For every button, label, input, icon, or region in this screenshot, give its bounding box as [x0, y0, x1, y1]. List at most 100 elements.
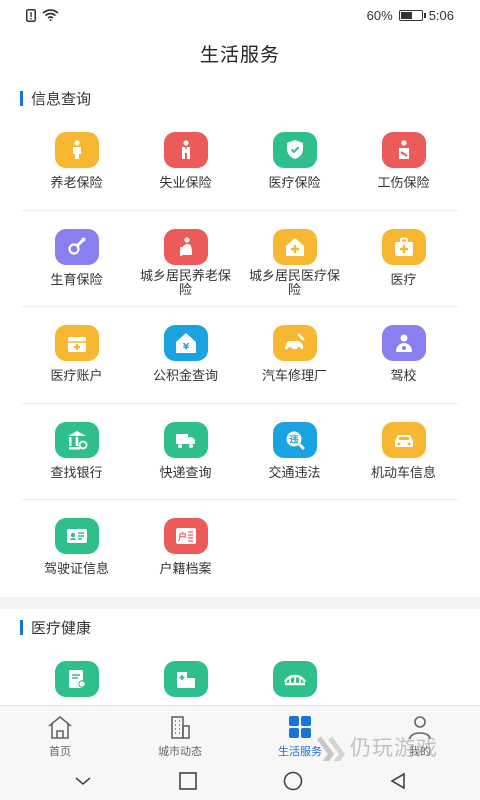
service-label: 快递查询	[159, 464, 212, 480]
wifi-icon	[42, 9, 59, 21]
service-icon-tile	[54, 325, 99, 361]
system-nav-bar	[0, 761, 480, 800]
service-item[interactable]: ¥ 公积金查询	[131, 307, 240, 403]
section-accent-bar	[20, 620, 23, 635]
service-item[interactable]: 医疗保险	[240, 114, 349, 210]
service-label: 户籍档案	[159, 561, 212, 576]
service-label: 汽车修理厂	[261, 368, 327, 383]
car-icon	[394, 434, 413, 447]
medical-kit-icon	[394, 237, 413, 256]
home-button[interactable]	[281, 769, 305, 793]
tab-item[interactable]: 生活服务	[240, 706, 360, 761]
service-item[interactable]: 汽车修理厂	[240, 307, 349, 403]
service-icon-tile	[381, 228, 426, 265]
shield-check-icon	[286, 140, 303, 159]
service-row: 医疗账户 ¥ 公积金查询 汽车修理厂 驾校	[22, 307, 458, 404]
car-repair-icon	[284, 333, 305, 351]
service-item[interactable]: 工伤保险	[349, 114, 458, 210]
bridge-icon	[283, 674, 306, 686]
elderly-cane-icon	[179, 236, 192, 256]
traffic-violation-icon: 违	[286, 431, 305, 450]
service-item[interactable]: 医疗	[349, 211, 458, 307]
service-row: 查找银行 快递查询 违交通违法机动车信息	[22, 404, 458, 500]
status-bar: 60% 5:06	[0, 0, 480, 30]
home-icon	[48, 715, 72, 739]
section-title: 信息查询	[31, 91, 92, 108]
service-item[interactable]: 违交通违法	[240, 404, 349, 500]
service-label: 工伤保险	[377, 175, 430, 190]
service-icon-tile	[272, 228, 317, 265]
service-item[interactable]: 失业保险	[131, 114, 240, 210]
tab-label: 我的	[409, 746, 431, 758]
collapse-button[interactable]	[71, 769, 95, 793]
service-label: 生育保险	[50, 271, 103, 287]
grid-icon	[289, 716, 311, 738]
service-label: 医疗保险	[268, 175, 321, 190]
service-icon-tile	[381, 325, 426, 361]
service-icon-tile	[54, 661, 99, 697]
section-accent-bar	[20, 91, 23, 106]
battery-percent: 60%	[366, 7, 393, 23]
service-item[interactable]: 驾驶证信息	[22, 500, 131, 596]
service-item[interactable]: 快递查询	[131, 404, 240, 500]
service-icon-tile	[272, 132, 317, 168]
service-row: 驾驶证信息 户户籍档案	[22, 500, 458, 597]
service-icon-tile	[381, 421, 426, 458]
service-icon-tile	[163, 421, 208, 458]
clock: 5:06	[428, 7, 454, 23]
medical-house-icon	[285, 237, 304, 256]
tab-item[interactable]: 我的	[360, 706, 480, 761]
service-icon-tile: 户	[163, 518, 208, 554]
unemployed-person-icon	[181, 140, 190, 159]
pacifier-icon	[67, 237, 85, 255]
back-triangle-icon	[389, 772, 405, 789]
svg-text:户: 户	[177, 531, 186, 543]
service-label: 驾驶证信息	[43, 561, 109, 576]
service-icon-tile	[163, 132, 208, 168]
service-icon-tile	[381, 132, 426, 168]
service-item[interactable]: 户户籍档案	[131, 500, 240, 596]
service-item[interactable]: 城乡居民医疗保险	[240, 211, 349, 307]
sim-alert-icon	[26, 8, 36, 22]
recent-apps-button[interactable]	[176, 769, 200, 793]
service-label: 医疗账户	[50, 368, 103, 383]
service-label: 城乡居民养老保险	[139, 267, 231, 297]
service-label: 查找银行	[50, 464, 103, 480]
tab-label: 生活服务	[278, 746, 322, 758]
license-card-icon	[66, 529, 87, 543]
service-item[interactable]: 生育保险	[22, 211, 131, 307]
injured-person-icon	[398, 140, 409, 159]
battery-icon	[398, 9, 426, 21]
service-icon-tile	[54, 421, 99, 458]
back-button[interactable]	[386, 769, 410, 793]
tab-item[interactable]: 城市动态	[120, 706, 240, 761]
service-item[interactable]: 机动车信息	[349, 404, 458, 500]
service-label: 驾校	[390, 368, 417, 383]
service-label: 失业保险	[159, 175, 212, 190]
service-item[interactable]: 城乡居民养老保险	[131, 211, 240, 307]
tab-label: 首页	[49, 746, 71, 758]
service-item[interactable]: 查找银行	[22, 404, 131, 500]
tab-item[interactable]: 首页	[0, 706, 120, 761]
service-item[interactable]: 医疗账户	[22, 307, 131, 403]
city-icon	[171, 716, 190, 739]
tab-label: 城市动态	[158, 746, 202, 758]
section-header-health: 医疗健康	[20, 617, 91, 638]
service-icon-tile	[272, 325, 317, 361]
service-item[interactable]: 驾校	[349, 307, 458, 403]
user-icon	[409, 716, 431, 740]
medical-record-icon	[68, 670, 86, 688]
section-divider	[0, 597, 480, 609]
service-row: 养老保险 失业保险 医疗保险 工伤保险	[22, 114, 458, 211]
service-label: 养老保险	[50, 175, 103, 190]
service-item[interactable]: 养老保险	[22, 114, 131, 210]
circle-icon	[283, 771, 302, 790]
service-row: 生育保险 城乡居民养老保险 城乡居民医疗保险 医疗	[22, 211, 458, 307]
bottom-tab-bar: 首页 城市动态 生活服务 我的	[0, 705, 480, 761]
page-title: 生活服务	[199, 45, 280, 66]
medical-box-icon	[67, 337, 86, 352]
service-icon-tile	[54, 518, 99, 554]
service-label: 机动车信息	[370, 464, 436, 480]
service-icon-tile: ¥	[163, 325, 208, 361]
service-icon-tile: 违	[272, 421, 317, 458]
